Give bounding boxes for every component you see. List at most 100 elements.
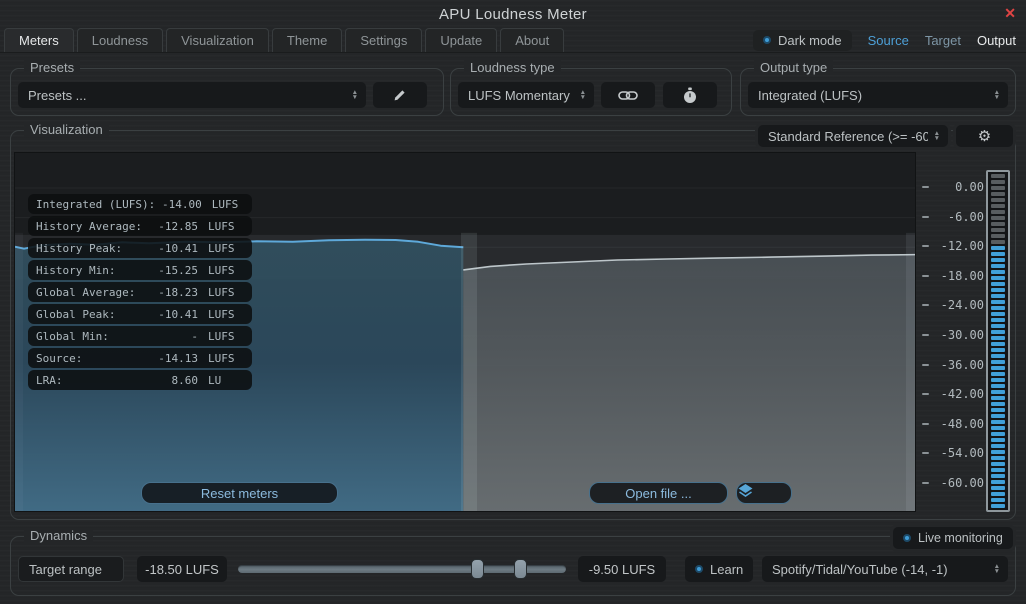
tab-visualization[interactable]: Visualization xyxy=(166,28,269,52)
y-tick: -36.00 xyxy=(922,357,984,373)
link-channels-button[interactable] xyxy=(601,82,655,108)
y-tick: -60.00 xyxy=(922,475,984,491)
meter-segment xyxy=(991,378,1005,382)
dropdown-arrows-icon: ▲▼ xyxy=(934,131,940,141)
view-source[interactable]: Source xyxy=(868,33,909,48)
visualization-settings-button[interactable]: ⚙ xyxy=(956,125,1013,147)
stat-row: Global Peak:-10.41LUFS xyxy=(28,304,252,324)
dropdown-arrows-icon: ▲▼ xyxy=(994,90,1000,100)
meter-segment xyxy=(991,270,1005,274)
live-monitoring-label: Live monitoring xyxy=(918,531,1003,545)
meter-segment xyxy=(991,354,1005,358)
meter-segment xyxy=(991,330,1005,334)
stopwatch-icon xyxy=(683,87,697,104)
tick-mark xyxy=(922,216,929,218)
tick-mark xyxy=(922,452,929,454)
view-selector: Source Target Output xyxy=(868,33,1016,48)
tab-settings[interactable]: Settings xyxy=(345,28,422,52)
stat-row: Global Min:-LUFS xyxy=(28,326,252,346)
close-icon[interactable]: ✕ xyxy=(1004,5,1016,22)
tab-meters[interactable]: Meters xyxy=(4,28,74,52)
meter-segment xyxy=(991,498,1005,502)
loudness-type-dropdown[interactable]: LUFS Momentary ▲▼ xyxy=(458,82,594,108)
meter-segment xyxy=(991,414,1005,418)
tick-mark xyxy=(922,393,929,395)
tab-theme[interactable]: Theme xyxy=(272,28,342,52)
view-output[interactable]: Output xyxy=(977,33,1016,48)
tick-mark xyxy=(922,423,929,425)
meter-segment xyxy=(991,420,1005,424)
open-file-button[interactable]: Open file ... xyxy=(589,482,728,504)
target-min-value[interactable]: -18.50 LUFS xyxy=(137,556,227,582)
stats-overlay: Integrated (LUFS):-14.00LUFSHistory Aver… xyxy=(28,194,252,390)
meter-segment xyxy=(991,462,1005,466)
tick-mark xyxy=(922,186,929,188)
slider-handle-min[interactable] xyxy=(471,559,484,579)
toggle-dot-icon xyxy=(903,534,911,542)
meter-segment xyxy=(991,294,1005,298)
layers-button[interactable] xyxy=(736,482,792,504)
layers-icon xyxy=(737,483,754,498)
edit-preset-button[interactable] xyxy=(373,82,427,108)
tab-about[interactable]: About xyxy=(500,28,564,52)
dropdown-arrows-icon: ▲▼ xyxy=(994,564,1000,574)
stat-row: History Min:-15.25LUFS xyxy=(28,260,252,280)
y-tick: -30.00 xyxy=(922,327,984,343)
tick-label: -6.00 xyxy=(929,210,984,224)
tick-label: -42.00 xyxy=(929,387,984,401)
meter-segment xyxy=(991,450,1005,454)
tabs: MetersLoudnessVisualizationThemeSettings… xyxy=(4,28,564,52)
tab-loudness[interactable]: Loudness xyxy=(77,28,163,52)
target-max-value[interactable]: -9.50 LUFS xyxy=(578,556,666,582)
reference-dropdown[interactable]: Standard Reference (>= -60) ▲▼ xyxy=(758,125,948,147)
dark-mode-toggle[interactable]: Dark mode xyxy=(753,30,852,51)
meter-segment xyxy=(991,240,1005,244)
meter-segment xyxy=(991,360,1005,364)
dynamics-group-label: Dynamics xyxy=(24,528,93,543)
meter-segment xyxy=(991,180,1005,184)
y-axis: 0.00-6.00-12.00-18.00-24.00-30.00-36.00-… xyxy=(916,152,984,512)
target-range-slider[interactable] xyxy=(238,556,566,582)
meter-segment xyxy=(991,402,1005,406)
meter-segment xyxy=(991,216,1005,220)
output-type-dropdown[interactable]: Integrated (LUFS) ▲▼ xyxy=(748,82,1008,108)
meter-segment xyxy=(991,300,1005,304)
y-tick: -42.00 xyxy=(922,386,984,402)
timer-button[interactable] xyxy=(663,82,717,108)
meter-segment xyxy=(991,234,1005,238)
window-title: APU Loudness Meter xyxy=(0,6,1026,23)
presets-group-label: Presets xyxy=(24,60,80,75)
meter-segment xyxy=(991,186,1005,190)
meter-segment xyxy=(991,372,1005,376)
output-type-label: Output type xyxy=(754,60,833,75)
stat-row: LRA:8.60LU xyxy=(28,370,252,390)
meter-segment xyxy=(991,480,1005,484)
meter-segment xyxy=(991,198,1005,202)
reset-meters-button[interactable]: Reset meters xyxy=(141,482,338,504)
meter-segment xyxy=(991,504,1005,508)
meter-segment xyxy=(991,318,1005,322)
y-tick: -6.00 xyxy=(922,209,984,225)
learn-toggle[interactable]: Learn xyxy=(685,556,753,582)
meter-segment xyxy=(991,366,1005,370)
stat-row: History Peak:-10.41LUFS xyxy=(28,238,252,258)
meter-segment xyxy=(991,222,1005,226)
tick-label: -36.00 xyxy=(929,358,984,372)
live-monitoring-toggle[interactable]: Live monitoring xyxy=(893,527,1013,549)
tick-mark xyxy=(922,304,929,306)
presets-dropdown[interactable]: Presets ... ▲▼ xyxy=(18,82,366,108)
slider-handle-max[interactable] xyxy=(514,559,527,579)
meter-segment xyxy=(991,444,1005,448)
tick-label: -60.00 xyxy=(929,476,984,490)
tick-label: -24.00 xyxy=(929,298,984,312)
presets-dropdown-value: Presets ... xyxy=(28,88,346,103)
stat-row: Integrated (LUFS):-14.00LUFS xyxy=(28,194,252,214)
dynamics-preset-dropdown[interactable]: Spotify/Tidal/YouTube (-14, -1) ▲▼ xyxy=(762,556,1008,582)
tab-bar: MetersLoudnessVisualizationThemeSettings… xyxy=(0,28,1026,53)
pencil-icon xyxy=(392,87,408,103)
meter-segment xyxy=(991,264,1005,268)
y-tick: -18.00 xyxy=(922,268,984,284)
view-target[interactable]: Target xyxy=(925,33,961,48)
tab-update[interactable]: Update xyxy=(425,28,497,52)
meter-segment xyxy=(991,210,1005,214)
